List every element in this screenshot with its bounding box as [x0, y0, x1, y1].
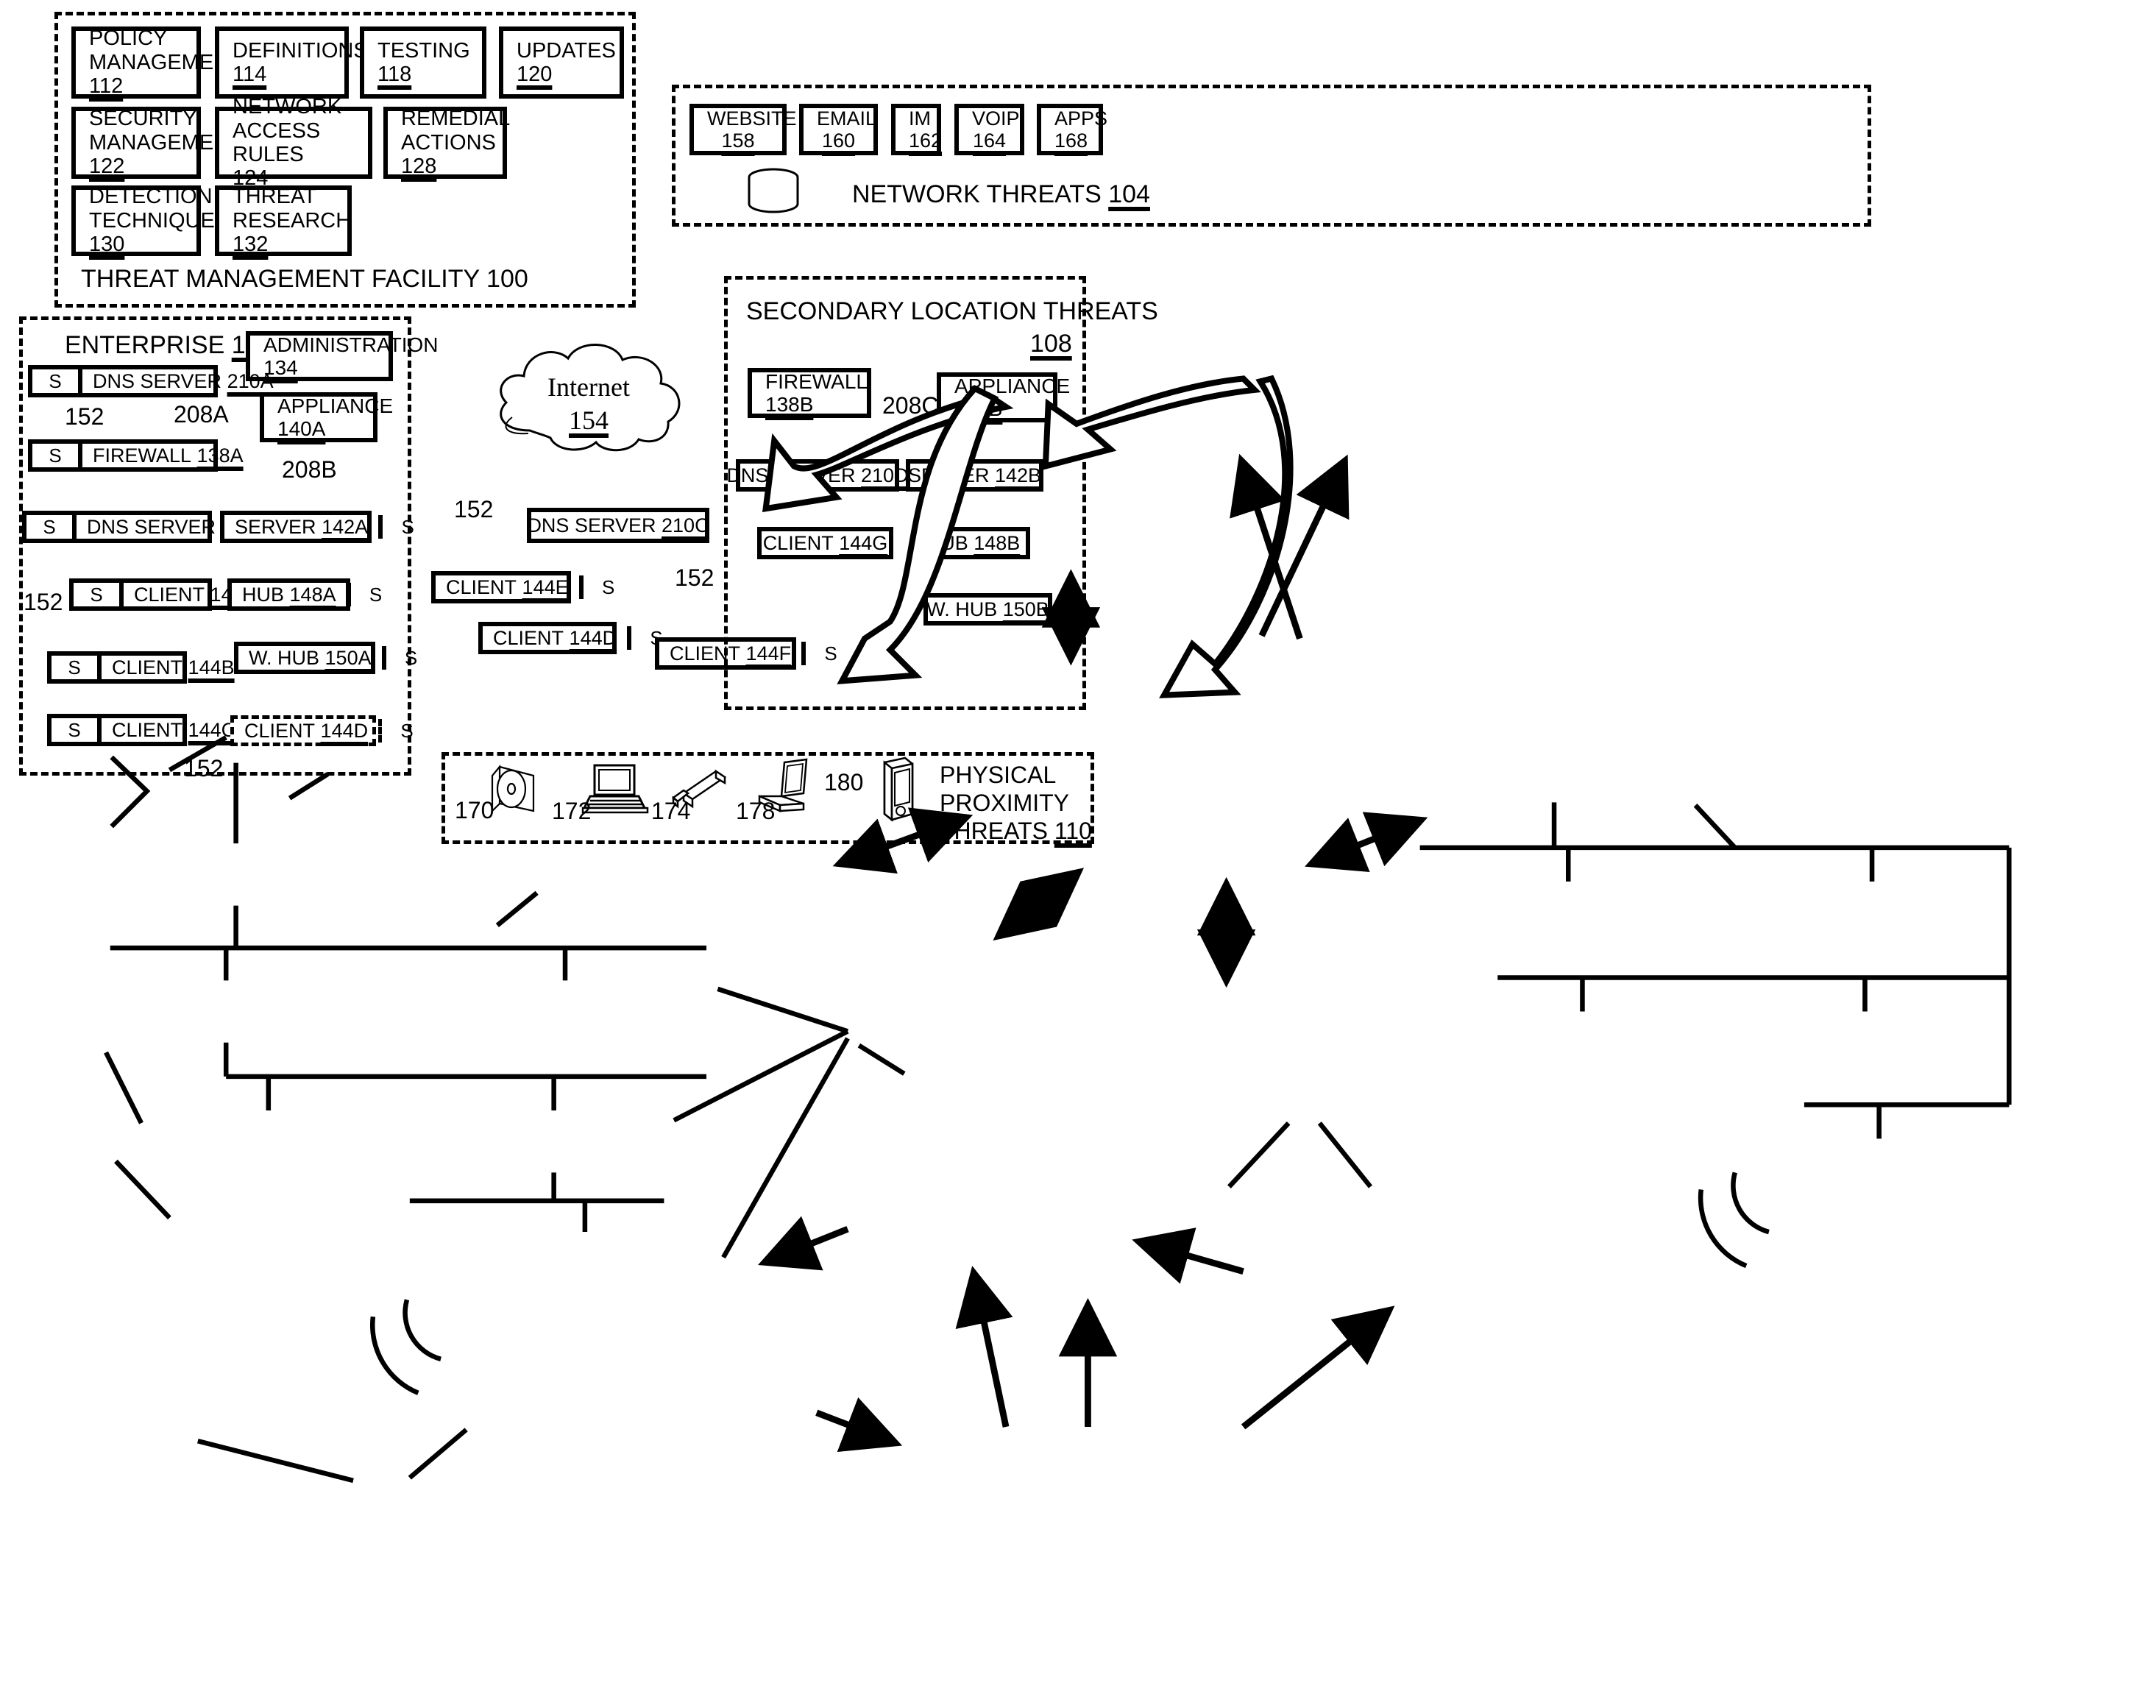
database-cylinder-icon — [743, 168, 804, 213]
node-hub-148b[interactable]: HUB 148B — [916, 527, 1030, 559]
node-dns-server-210a[interactable]: S DNS SERVER 210A — [28, 365, 274, 397]
figure-canvas: POLICY MANAGEMENT 112 DEFINITIONS 114 TEST… — [0, 0, 2156, 1708]
network-threats-caption: NETWORK THREATS 104 — [852, 180, 1150, 208]
node-w-hub-150a[interactable]: W. HUB 150A S — [234, 642, 417, 674]
ref-152-mid: 152 — [454, 496, 494, 522]
internet-ref: 154 — [569, 405, 609, 435]
ref-174: 174 — [651, 798, 691, 824]
module-policy-management[interactable]: POLICY MANAGEMENT 112 — [71, 26, 242, 99]
agent-badge: S — [578, 575, 634, 599]
module-label: UPDATES — [517, 38, 616, 63]
threat-apps[interactable]: APPS 168 — [1037, 104, 1107, 155]
module-ref: 118 — [377, 63, 412, 86]
node-client-144e[interactable]: CLIENT 144E S — [431, 571, 614, 603]
module-definitions[interactable]: DEFINITIONS 114 — [215, 26, 368, 99]
caption-ref: 110 — [1054, 817, 1092, 844]
secondary-location-caption: SECONDARY LOCATION THREATS — [746, 297, 1158, 325]
secondary-appliance[interactable]: APPLIANCE 140B — [937, 372, 1070, 422]
node-firewall-138a[interactable]: S FIREWALL 138A — [28, 439, 244, 472]
agent-badge: S — [74, 583, 124, 606]
agent-badge: S — [378, 719, 432, 743]
ref-152-a: 152 — [65, 403, 104, 430]
threat-management-facility-caption: THREAT MANAGEMENT FACILITY 100 — [81, 265, 528, 293]
ref-152-b: 152 — [24, 589, 63, 615]
caption-ref: 104 — [1108, 180, 1150, 208]
module-label: REMEDIAL ACTIONS — [401, 107, 510, 155]
secondary-location-caption-ref: 108 — [1030, 330, 1072, 358]
ref-208c: 208C — [882, 392, 939, 419]
agent-badge: S — [32, 369, 82, 393]
module-testing[interactable]: TESTING 118 — [360, 26, 486, 99]
ref-170: 170 — [455, 797, 494, 823]
node-dns-server-210b[interactable]: S DNS SERVER 210B — [22, 511, 268, 543]
module-detection-techniques[interactable]: DETECTION TECHNIQUES 130 — [71, 185, 229, 257]
ref-152-c: 152 — [184, 755, 224, 782]
mobile-phone-icon — [873, 756, 921, 824]
agent-badge: S — [346, 583, 401, 606]
module-ref: 128 — [401, 155, 437, 179]
module-ref: 114 — [233, 63, 267, 86]
secondary-firewall[interactable]: FIREWALL 138B — [748, 368, 871, 418]
module-label: TESTING — [377, 38, 470, 63]
module-network-access-rules[interactable]: NETWORK ACCESS RULES 124 — [215, 95, 372, 190]
node-w-hub-150b[interactable]: W. HUB 150B — [923, 593, 1052, 626]
node-client-144d[interactable]: CLIENT 144D S — [478, 622, 663, 654]
node-server-142b[interactable]: SERVER 142B — [906, 459, 1043, 492]
module-ref: 120 — [517, 63, 553, 86]
physical-proximity-caption: PHYSICAL PROXIMITY THREATS 110 — [940, 762, 1092, 844]
module-security-management[interactable]: SECURITY MANAGEMENT 122 — [71, 107, 242, 179]
agent-badge: S — [52, 656, 102, 679]
module-ref: 112 — [89, 74, 124, 99]
module-label: DEFINITIONS — [233, 38, 368, 63]
threat-website[interactable]: WEBSITE 158 — [689, 104, 797, 155]
agent-badge: S — [32, 444, 82, 467]
module-remedial-actions[interactable]: REMEDIAL ACTIONS 128 — [383, 107, 510, 179]
module-threat-research[interactable]: THREAT RESEARCH 132 — [215, 185, 352, 256]
ref-180: 180 — [824, 769, 864, 795]
node-client-144a[interactable]: S CLIENT 144A — [69, 578, 257, 611]
ref-208b: 208B — [282, 456, 337, 483]
node-client-144c[interactable]: S CLIENT 144C — [47, 714, 235, 746]
node-dns-server-210c[interactable]: DNS SERVER 210C — [527, 508, 709, 543]
ref-208a: 208A — [174, 401, 229, 428]
node-client-144d-enterprise-ghost[interactable]: CLIENT 144D S — [230, 715, 414, 746]
module-label: THREAT RESEARCH — [233, 185, 352, 233]
internet-label: Internet — [547, 372, 630, 402]
node-client-144b[interactable]: S CLIENT 144B — [47, 651, 235, 684]
enterprise-appliance[interactable]: APPLIANCE 140A — [260, 392, 393, 442]
agent-badge: S — [381, 646, 436, 670]
threat-voip[interactable]: VOIP 164 — [954, 104, 1024, 155]
node-server-142a[interactable]: SERVER 142A S — [220, 511, 414, 543]
module-ref: 132 — [233, 233, 269, 257]
enterprise-caption: ENTERPRISE 102 — [65, 331, 273, 360]
agent-badge: S — [26, 515, 77, 539]
module-label: NETWORK ACCESS RULES — [233, 95, 342, 166]
node-hub-148a[interactable]: HUB 148A S — [227, 578, 382, 611]
ref-178: 178 — [736, 798, 776, 824]
caption-ref: 100 — [486, 265, 528, 293]
node-dns-server-210d[interactable]: DNS SERVER 210D — [726, 459, 909, 492]
agent-badge: S — [52, 718, 102, 742]
module-label: DETECTION TECHNIQUES — [89, 185, 230, 233]
threat-email[interactable]: EMAIL 160 — [799, 104, 878, 155]
threat-im[interactable]: IM 162 — [891, 104, 942, 155]
node-client-144g[interactable]: CLIENT 144G — [757, 527, 893, 559]
module-updates[interactable]: UPDATES 120 — [499, 26, 624, 99]
ref-152-right: 152 — [675, 564, 714, 591]
ref-172: 172 — [552, 798, 592, 824]
agent-badge: S — [378, 515, 433, 539]
module-ref: 130 — [89, 233, 125, 257]
module-ref: 122 — [89, 155, 125, 179]
